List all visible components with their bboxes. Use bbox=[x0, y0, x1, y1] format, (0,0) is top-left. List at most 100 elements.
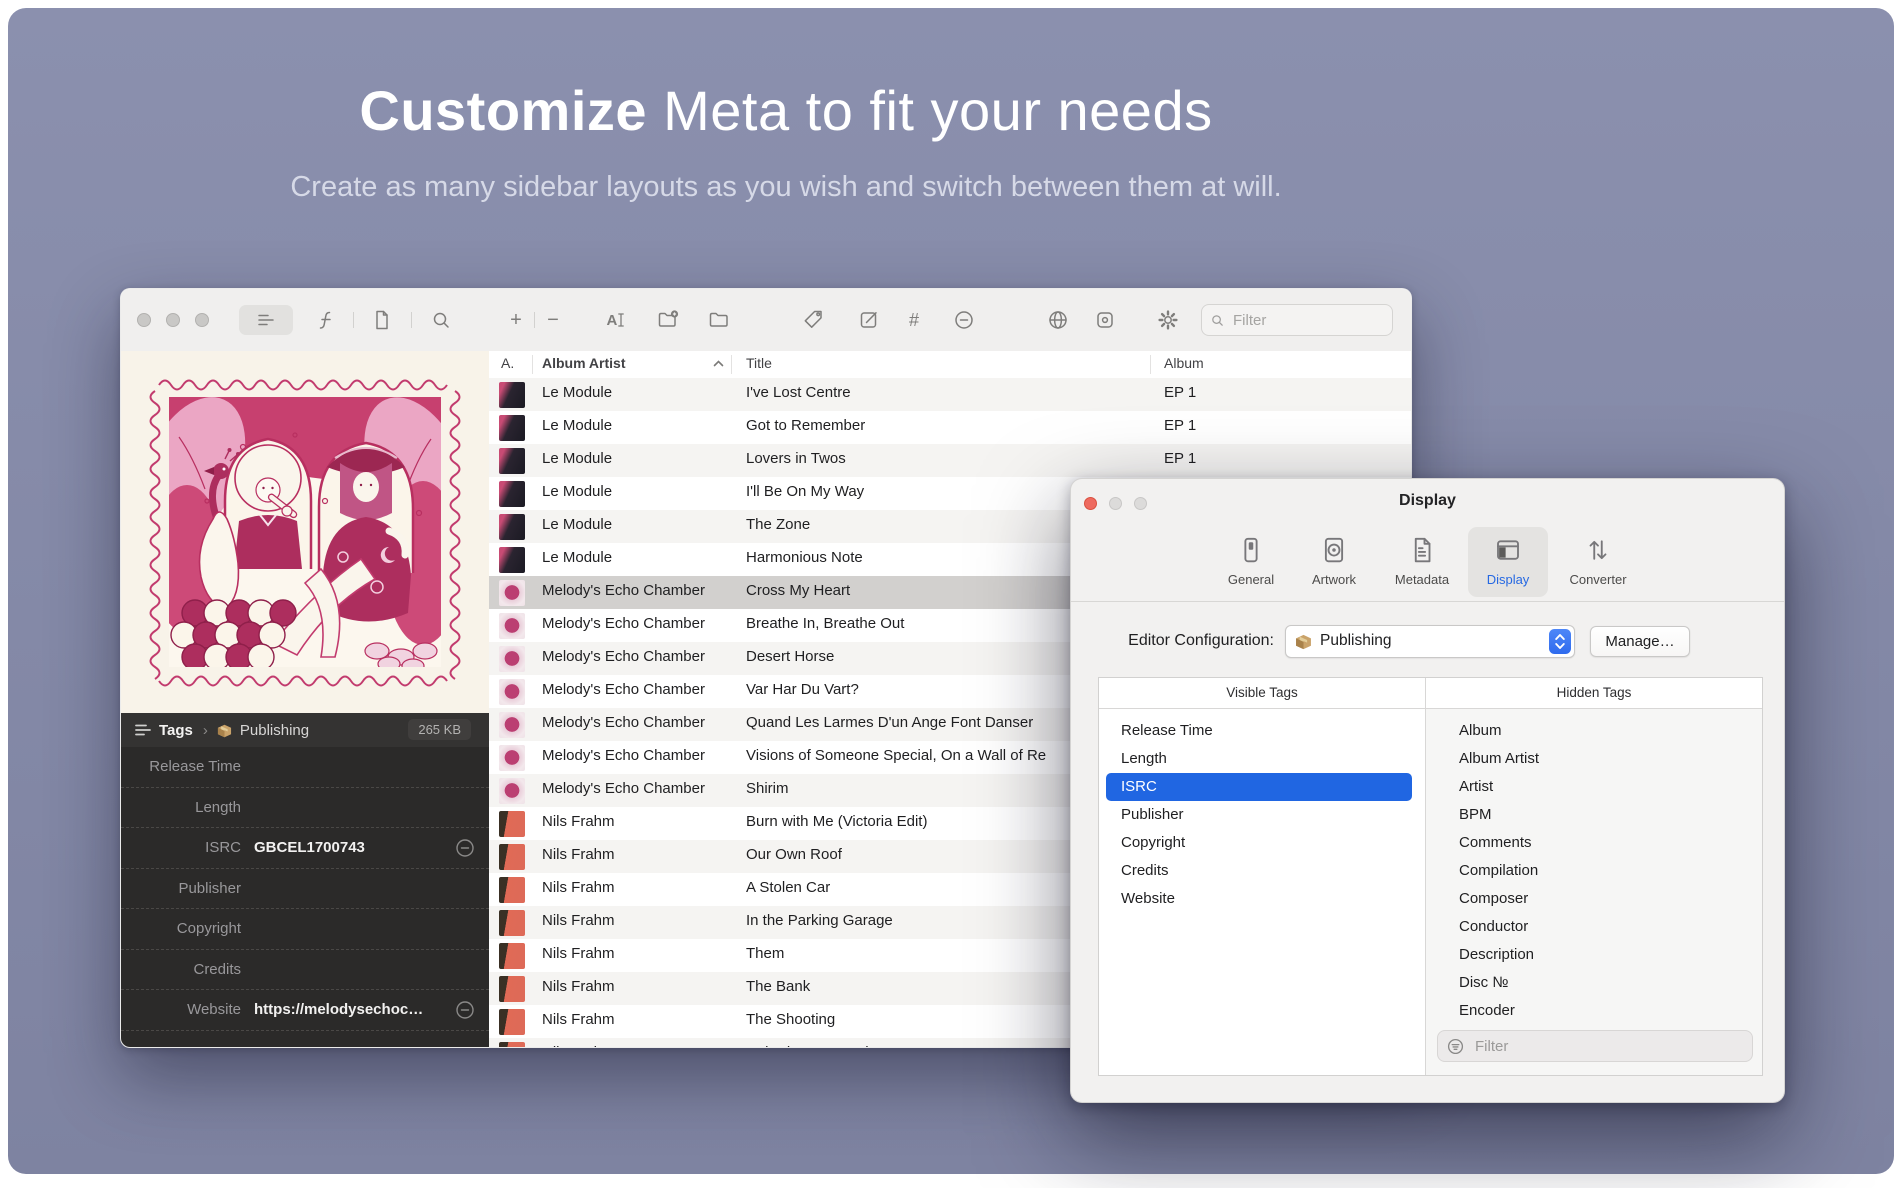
album-art-thumb bbox=[499, 514, 525, 540]
add-icon[interactable]: + bbox=[504, 308, 528, 332]
visible-tag-item[interactable]: Credits bbox=[1099, 857, 1425, 885]
hidden-tag-item[interactable]: Encoder bbox=[1426, 997, 1762, 1025]
album-art-thumb bbox=[499, 1042, 525, 1048]
table-row[interactable]: Le Module Lovers in Twos EP 1 bbox=[489, 444, 1412, 477]
hidden-tag-item[interactable]: Disc № bbox=[1426, 969, 1762, 997]
hidden-tag-item[interactable]: Comments bbox=[1426, 829, 1762, 857]
tag-icon[interactable] bbox=[802, 308, 826, 332]
hidden-tag-item[interactable]: Conductor bbox=[1426, 913, 1762, 941]
hidden-tag-item[interactable]: Artist bbox=[1426, 773, 1762, 801]
album-art-thumb bbox=[499, 679, 525, 705]
track-artist: Melody's Echo Chamber bbox=[542, 615, 727, 632]
hidden-tag-item[interactable]: Album Artist bbox=[1426, 745, 1762, 773]
track-artist: Le Module bbox=[542, 450, 727, 467]
page: Customize Meta to fit your needs Create … bbox=[0, 0, 1902, 1188]
package-icon bbox=[217, 723, 232, 738]
visible-tag-item[interactable]: Release Time bbox=[1099, 717, 1425, 745]
hidden-tags-list: AlbumAlbum ArtistArtistBPMCommentsCompil… bbox=[1426, 717, 1762, 1025]
tag-field-label: ISRC bbox=[121, 839, 241, 856]
hidden-tags-header: Hidden Tags bbox=[1426, 685, 1762, 700]
album-art-thumb bbox=[499, 481, 525, 507]
toolbar-filter-input[interactable] bbox=[1231, 311, 1365, 330]
snippets-icon[interactable] bbox=[314, 308, 338, 332]
remove-tag-icon[interactable] bbox=[455, 1000, 475, 1020]
column-divider[interactable] bbox=[731, 355, 732, 374]
tab-metadata[interactable]: Metadata bbox=[1382, 527, 1462, 597]
hidden-tag-item[interactable]: BPM bbox=[1426, 801, 1762, 829]
visible-tag-item[interactable]: Website bbox=[1099, 885, 1425, 913]
artwork-frame-icon[interactable] bbox=[1093, 308, 1117, 332]
tag-field-row[interactable]: Length bbox=[121, 788, 489, 829]
tag-field-row[interactable]: Publisher bbox=[121, 869, 489, 910]
tag-field-row[interactable]: Credits bbox=[121, 950, 489, 991]
visible-tag-item[interactable]: ISRC bbox=[1106, 773, 1412, 801]
svg-text:A: A bbox=[607, 312, 618, 329]
track-artist: Melody's Echo Chamber bbox=[542, 681, 727, 698]
visible-tag-item[interactable]: Length bbox=[1099, 745, 1425, 773]
column-header-album-artist[interactable]: Album Artist bbox=[542, 355, 625, 371]
visible-tag-item[interactable]: Publisher bbox=[1099, 801, 1425, 829]
web-icon[interactable] bbox=[1046, 308, 1070, 332]
remove-tag-icon[interactable] bbox=[455, 838, 475, 858]
breadcrumb-current[interactable]: Publishing bbox=[240, 722, 309, 739]
document-icon[interactable] bbox=[370, 308, 394, 332]
tags-filter-field[interactable] bbox=[1437, 1030, 1753, 1062]
settings-icon[interactable] bbox=[1156, 308, 1180, 332]
track-album: EP 1 bbox=[1164, 450, 1399, 467]
manage-button[interactable]: Manage… bbox=[1590, 626, 1690, 657]
tag-field-row[interactable]: Copyright bbox=[121, 909, 489, 950]
track-number-icon[interactable]: # bbox=[902, 308, 926, 332]
column-header-album[interactable]: Album bbox=[1164, 355, 1204, 371]
layout-list-icon bbox=[135, 723, 151, 737]
hidden-tag-item[interactable]: Compilation bbox=[1426, 857, 1762, 885]
album-art-thumb bbox=[499, 943, 525, 969]
album-art-thumb bbox=[499, 877, 525, 903]
tab-display[interactable]: Display bbox=[1468, 527, 1548, 597]
column-header-artwork[interactable]: A. bbox=[501, 355, 514, 371]
column-header-title[interactable]: Title bbox=[746, 355, 772, 371]
sidebar-layout-icon bbox=[254, 308, 278, 332]
hidden-tag-item[interactable]: Album bbox=[1426, 717, 1762, 745]
album-art-thumb bbox=[499, 613, 525, 639]
package-icon bbox=[1295, 633, 1312, 650]
tab-label: Converter bbox=[1558, 572, 1638, 587]
visible-tags-list: Release TimeLengthISRCPublisherCopyright… bbox=[1099, 717, 1425, 913]
hidden-tag-item[interactable]: Composer bbox=[1426, 885, 1762, 913]
folder-icon[interactable] bbox=[707, 308, 731, 332]
breadcrumb-root[interactable]: Tags bbox=[159, 722, 193, 739]
search-icon[interactable] bbox=[429, 308, 453, 332]
tag-field-row[interactable]: Release Time bbox=[121, 747, 489, 788]
page-title: Customize Meta to fit your needs bbox=[0, 78, 1572, 143]
column-divider[interactable] bbox=[532, 355, 533, 374]
track-artist: Nils Frahm bbox=[542, 846, 727, 863]
rename-icon[interactable]: A bbox=[604, 308, 628, 332]
visible-tag-item[interactable]: Copyright bbox=[1099, 829, 1425, 857]
remove-icon[interactable]: − bbox=[541, 308, 565, 332]
hidden-tag-item[interactable]: Description bbox=[1426, 941, 1762, 969]
table-row[interactable]: Le Module Got to Remember EP 1 bbox=[489, 411, 1412, 444]
general-switch-icon bbox=[1236, 535, 1266, 565]
zoom-button[interactable] bbox=[195, 313, 209, 327]
tags-filter-input[interactable] bbox=[1473, 1037, 1717, 1056]
new-folder-icon[interactable] bbox=[656, 308, 680, 332]
album-art-thumb bbox=[499, 382, 525, 408]
minimize-button[interactable] bbox=[166, 313, 180, 327]
tab-general[interactable]: General bbox=[1211, 527, 1291, 597]
toolbar-filter-field[interactable] bbox=[1201, 304, 1393, 336]
tag-field-row[interactable]: ISRC GBCEL1700743 bbox=[121, 828, 489, 869]
edit-icon[interactable] bbox=[857, 308, 881, 332]
album-artwork bbox=[121, 351, 489, 713]
column-divider[interactable] bbox=[1150, 355, 1151, 374]
dropdown-stepper[interactable] bbox=[1549, 629, 1571, 654]
remove-tag-icon[interactable] bbox=[952, 308, 976, 332]
tag-field-row[interactable]: Website https://melodysechoc… bbox=[121, 990, 489, 1031]
editor-configuration-dropdown[interactable]: Publishing bbox=[1285, 625, 1575, 658]
tag-field-list: Release Time Length ISRC GBCEL1700743 Pu… bbox=[121, 747, 489, 1031]
tab-converter[interactable]: Converter bbox=[1558, 527, 1638, 597]
table-row[interactable]: Le Module I've Lost Centre EP 1 bbox=[489, 378, 1412, 411]
track-artist: Nils Frahm bbox=[542, 1044, 727, 1047]
close-button[interactable] bbox=[137, 313, 151, 327]
tag-field-label: Publisher bbox=[121, 880, 241, 897]
tab-artwork[interactable]: Artwork bbox=[1294, 527, 1374, 597]
editor-configuration-label: Editor Configuration: bbox=[1089, 632, 1274, 650]
